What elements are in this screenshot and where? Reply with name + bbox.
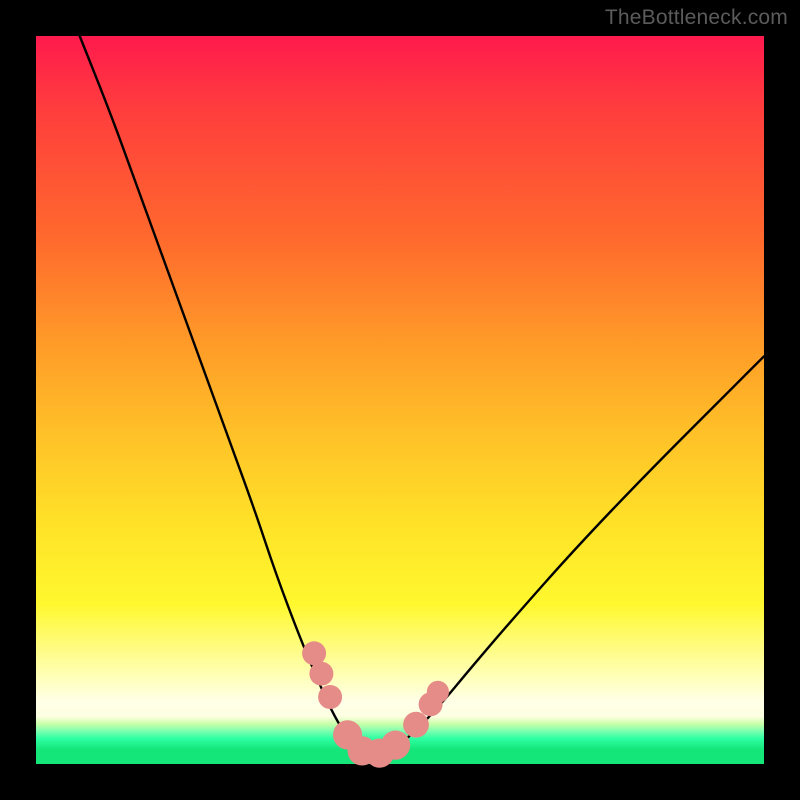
watermark-text: TheBottleneck.com: [605, 6, 788, 30]
plot-area: [36, 36, 764, 764]
chart-canvas: TheBottleneck.com: [0, 0, 800, 800]
